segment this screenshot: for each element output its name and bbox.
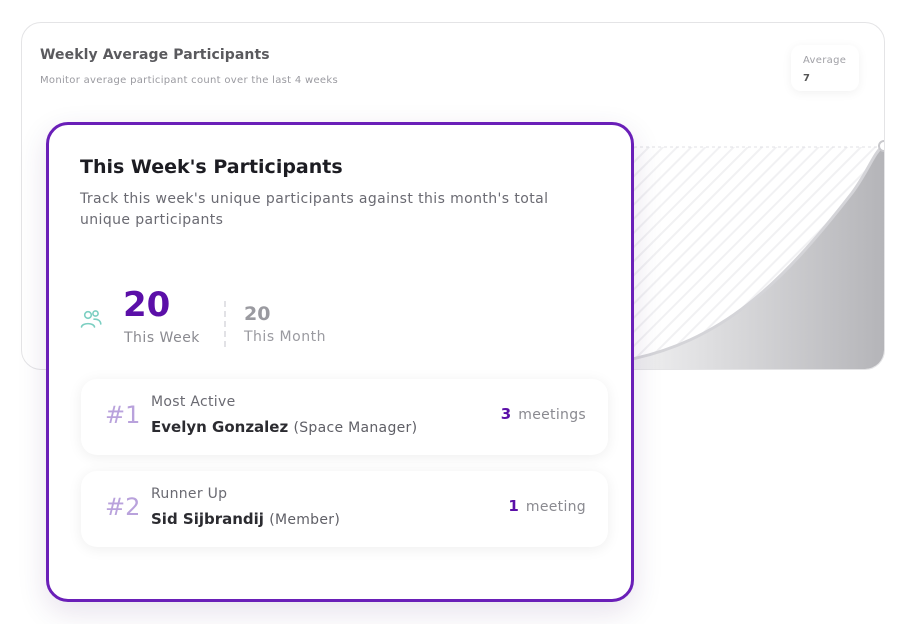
card-description: Track this week's unique participants ag…: [80, 191, 549, 228]
participant-name: Evelyn Gonzalez (Space Manager): [151, 418, 417, 436]
card-title: This Week's Participants: [80, 156, 343, 178]
meeting-count-value: 3: [500, 405, 512, 423]
this-month-count: 20: [244, 303, 271, 325]
average-label: Average: [803, 55, 847, 66]
average-value: 7: [803, 73, 810, 84]
participant-role: (Space Manager): [293, 420, 418, 436]
runner-up-card: #2 Runner Up Sid Sijbrandij (Member) 1 m…: [81, 471, 608, 547]
rank-number: #2: [105, 493, 141, 521]
this-week-label: This Week: [124, 330, 200, 346]
this-month-label: This Month: [244, 329, 326, 345]
rank-number: #1: [105, 401, 141, 429]
meeting-count: 1 meeting: [508, 497, 586, 515]
average-badge: Average 7: [791, 45, 859, 91]
rank-label: Most Active: [151, 394, 236, 410]
rank-label: Runner Up: [151, 486, 228, 502]
participant-name: Sid Sijbrandij (Member): [151, 510, 340, 528]
this-week-participants-card: This Week's Participants Track this week…: [46, 122, 634, 602]
meeting-count-value: 1: [508, 497, 520, 515]
participant-name-text: Sid Sijbrandij: [151, 510, 264, 528]
meeting-count: 3 meetings: [501, 405, 586, 423]
panel-title: Weekly Average Participants: [40, 47, 270, 63]
meeting-count-unit: meetings: [518, 407, 586, 423]
participant-name-text: Evelyn Gonzalez: [151, 418, 289, 436]
participant-role: (Member): [269, 512, 341, 528]
meeting-count-unit: meeting: [525, 499, 586, 515]
people-icon: [79, 307, 103, 335]
most-active-card: #1 Most Active Evelyn Gonzalez (Space Ma…: [81, 379, 608, 455]
chart-point: [878, 140, 884, 152]
panel-subtitle: Monitor average participant count over t…: [40, 75, 338, 86]
this-week-count: 20: [123, 285, 171, 325]
stat-divider: [224, 301, 226, 347]
